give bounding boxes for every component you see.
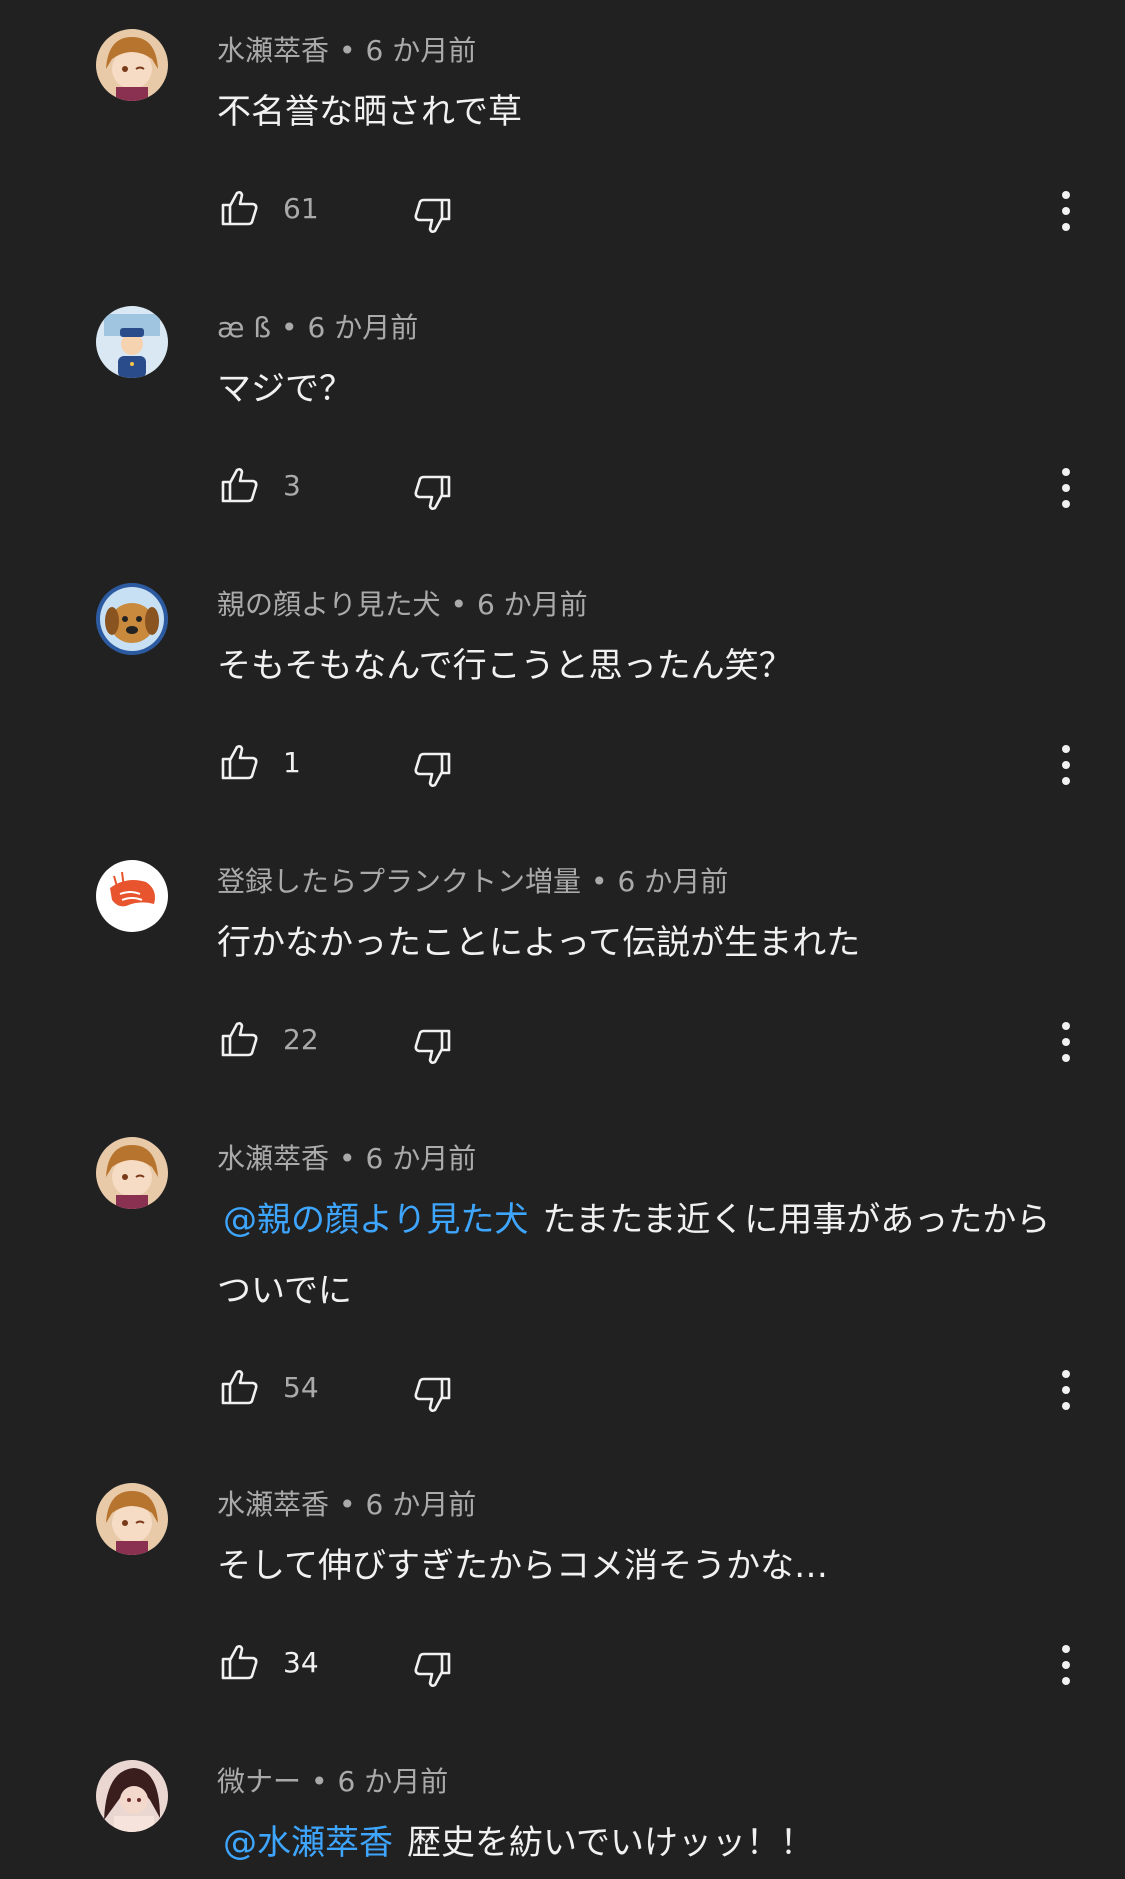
comment-time: 6 か月前	[337, 1765, 449, 1798]
comment-actions: 54	[217, 1358, 1087, 1418]
comment-text-content: そして伸びすぎたからコメ消そうかな…	[217, 1546, 828, 1586]
comment-time: 6 か月前	[617, 865, 729, 898]
like-count: 3	[283, 469, 301, 502]
thumbs-up-icon[interactable]	[219, 1018, 261, 1060]
thumbs-up-icon[interactable]	[219, 464, 261, 506]
meta-separator: •	[339, 34, 356, 67]
more-vert-icon[interactable]	[1057, 464, 1075, 512]
like-count: 1	[283, 746, 301, 779]
comment-text: そして伸びすぎたからコメ消そうかな…	[217, 1531, 1077, 1602]
like-count: 22	[283, 1023, 319, 1056]
comment-text: @水瀬萃香 歴史を紡いでいけッッ！！	[217, 1808, 1077, 1879]
meta-separator: •	[281, 311, 298, 344]
author-name[interactable]: 登録したらプランクトン増量	[217, 865, 581, 898]
thumbs-up-icon[interactable]	[219, 1366, 261, 1408]
comment-text-content: 行かなかったことによって伝説が生まれた	[217, 923, 861, 963]
author-name[interactable]: 水瀬萃香	[217, 1142, 329, 1175]
comment-time: 6 か月前	[365, 1488, 477, 1521]
avatar[interactable]	[96, 1137, 168, 1209]
comment-meta: 微ナー • 6 か月前	[217, 1764, 448, 1800]
comment-meta: 水瀬萃香 • 6 か月前	[217, 1141, 476, 1177]
comment-actions: 34	[217, 1633, 1087, 1693]
more-vert-icon[interactable]	[1057, 1641, 1075, 1689]
comment-text-content: そもそもなんで行こうと思ったん笑？	[217, 646, 793, 686]
comment-text: 不名誉な晒されで草	[217, 77, 1077, 148]
comment-text-content: 不名誉な晒されで草	[217, 92, 522, 132]
avatar[interactable]	[96, 583, 168, 655]
thumbs-down-icon[interactable]	[411, 1026, 453, 1068]
comment-time: 6 か月前	[307, 311, 419, 344]
like-count: 61	[283, 192, 319, 225]
like-count: 54	[283, 1371, 319, 1404]
comment-meta: 親の顔より見た犬 • 6 か月前	[217, 587, 588, 623]
thumbs-down-icon[interactable]	[411, 1649, 453, 1691]
avatar[interactable]	[96, 1760, 168, 1832]
comment-actions: 61	[217, 179, 1087, 239]
comment-meta: 水瀬萃香 • 6 か月前	[217, 33, 476, 69]
like-count: 34	[283, 1646, 319, 1679]
more-vert-icon[interactable]	[1057, 1018, 1075, 1066]
avatar[interactable]	[96, 1483, 168, 1555]
mention-link[interactable]: @親の顔より見た犬	[223, 1200, 528, 1240]
thumbs-up-icon[interactable]	[219, 741, 261, 783]
thumbs-down-icon[interactable]	[411, 749, 453, 791]
comment-actions: 22	[217, 1010, 1087, 1070]
meta-separator: •	[311, 1765, 328, 1798]
avatar[interactable]	[96, 860, 168, 932]
thumbs-down-icon[interactable]	[411, 195, 453, 237]
author-name[interactable]: 水瀬萃香	[217, 1488, 329, 1521]
comment-meta: 水瀬萃香 • 6 か月前	[217, 1487, 476, 1523]
author-name[interactable]: 微ナー	[217, 1765, 301, 1798]
author-name[interactable]: 親の顔より見た犬	[217, 588, 440, 621]
comment-meta: æ ß • 6 か月前	[217, 310, 418, 346]
comment-time: 6 か月前	[476, 588, 588, 621]
comment-text-content: マジで？	[217, 369, 353, 409]
comment-text: マジで？	[217, 354, 1077, 425]
avatar[interactable]	[96, 29, 168, 101]
author-name[interactable]: 水瀬萃香	[217, 34, 329, 67]
more-vert-icon[interactable]	[1057, 187, 1075, 235]
thumbs-down-icon[interactable]	[411, 1374, 453, 1416]
comment-time: 6 か月前	[365, 34, 477, 67]
more-vert-icon[interactable]	[1057, 1366, 1075, 1414]
comment-meta: 登録したらプランクトン増量 • 6 か月前	[217, 864, 728, 900]
comment-time: 6 か月前	[365, 1142, 477, 1175]
comment-text-content: 歴史を紡いでいけッッ！！	[407, 1823, 814, 1863]
comment-actions: 3	[217, 456, 1087, 516]
thumbs-down-icon[interactable]	[411, 472, 453, 514]
comment-text: @親の顔より見た犬 たまたま近くに用事があったからついでに	[217, 1185, 1077, 1327]
comment-actions: 1	[217, 733, 1087, 793]
meta-separator: •	[450, 588, 467, 621]
mention-link[interactable]: @水瀬萃香	[223, 1823, 393, 1863]
author-name[interactable]: æ ß	[217, 311, 271, 344]
thumbs-up-icon[interactable]	[219, 187, 261, 229]
meta-separator: •	[339, 1142, 356, 1175]
meta-separator: •	[591, 865, 608, 898]
comment-text: 行かなかったことによって伝説が生まれた	[217, 908, 1077, 979]
more-vert-icon[interactable]	[1057, 741, 1075, 789]
thumbs-up-icon[interactable]	[219, 1641, 261, 1683]
meta-separator: •	[339, 1488, 356, 1521]
avatar[interactable]	[96, 306, 168, 378]
comment-text: そもそもなんで行こうと思ったん笑？	[217, 631, 1077, 702]
